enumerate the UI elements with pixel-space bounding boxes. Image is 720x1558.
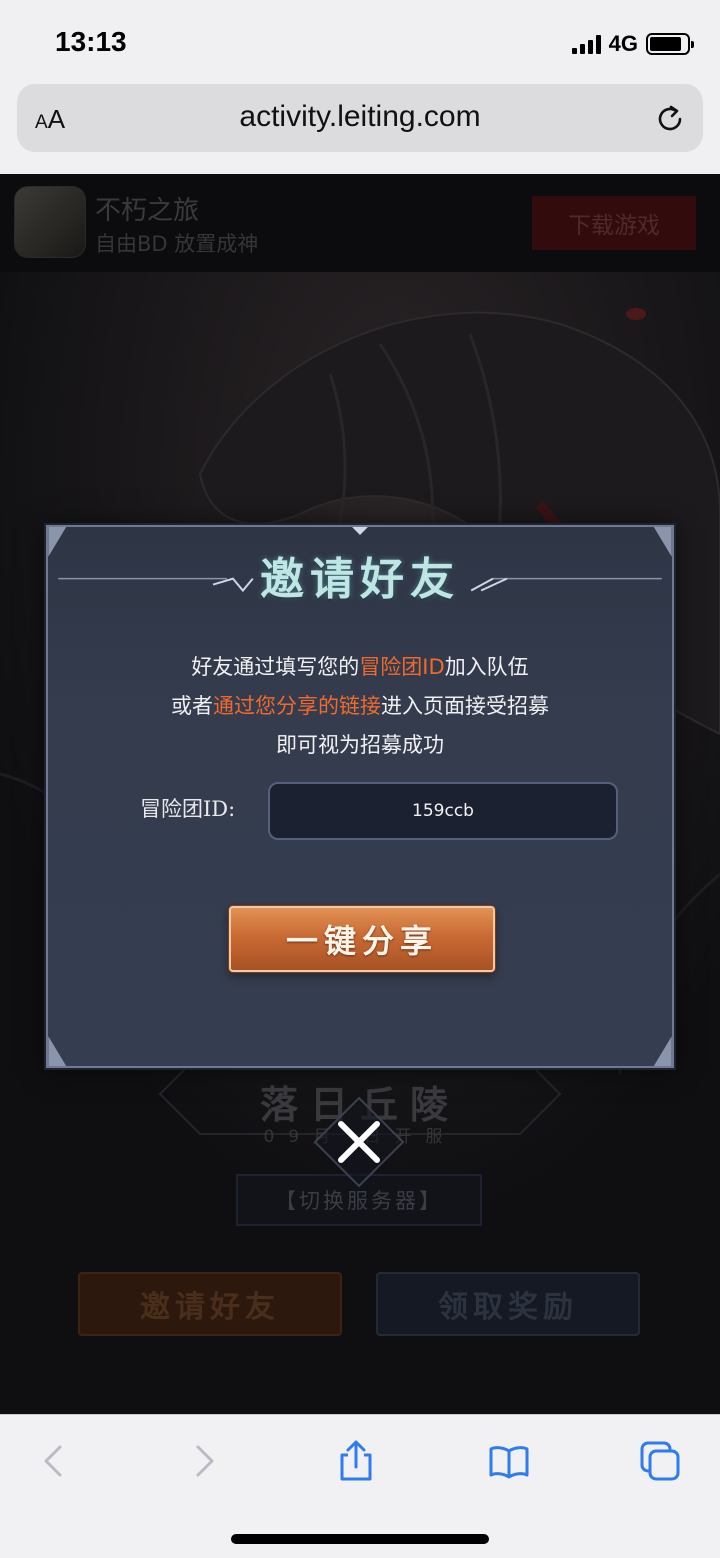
line1-text-end: 加入队伍 (444, 655, 529, 679)
reload-icon[interactable] (653, 102, 687, 136)
app-icon (14, 186, 86, 258)
line2-text: 或者 (171, 694, 213, 718)
invite-modal: 邀请好友 好友通过填写您的冒险团ID加入队伍 或者通过您分享的链接进入页面接受招… (46, 525, 674, 1068)
line2-highlight: 通过您分享的链接 (213, 694, 381, 718)
battery-level (650, 37, 681, 51)
signal-icon (571, 34, 601, 54)
claim-reward-button[interactable]: 领取奖励 (376, 1272, 640, 1336)
network-type: 4G (608, 31, 638, 56)
description-line-2: 或者通过您分享的链接进入页面接受招募 (48, 690, 672, 720)
description-line-3: 即可视为招募成功 (276, 733, 444, 757)
status-indicators: 4G (571, 30, 694, 58)
back-icon[interactable] (32, 1439, 76, 1483)
description-line-1: 好友通过填写您的冒险团ID加入队伍 (48, 651, 672, 681)
invite-friends-button[interactable]: 邀请好友 (78, 1272, 342, 1336)
app-slogan: 自由BD 放置成神 (95, 232, 259, 256)
adventure-group-id-label: 冒险团ID: (140, 797, 236, 821)
bookmarks-icon[interactable] (487, 1439, 531, 1483)
close-icon[interactable] (313, 1096, 405, 1188)
battery-icon (646, 33, 694, 55)
app-name: 不朽之旅 (95, 196, 200, 226)
line1-text: 好友通过填写您的 (191, 655, 360, 679)
app-download-banner: 不朽之旅 自由BD 放置成神 下载游戏 (0, 174, 720, 272)
one-click-share-button[interactable]: 一键分享 (229, 906, 495, 972)
tabs-icon[interactable] (638, 1439, 682, 1483)
download-game-button[interactable]: 下载游戏 (532, 196, 696, 250)
home-indicator[interactable] (231, 1534, 489, 1544)
line2-text-end: 进入页面接受招募 (381, 694, 549, 718)
address-bar[interactable]: AA activity.leiting.com (17, 84, 703, 152)
status-time: 13:13 (55, 26, 127, 57)
forward-icon[interactable] (182, 1439, 226, 1483)
line1-highlight: 冒险团ID (359, 655, 445, 679)
browser-address-area: AA activity.leiting.com (0, 84, 720, 174)
adventure-group-id-field[interactable]: 159ccb (268, 782, 618, 840)
share-icon[interactable] (334, 1439, 378, 1483)
modal-title: 邀请好友 (260, 554, 460, 605)
status-bar: 13:13 4G (0, 0, 720, 84)
url-text[interactable]: activity.leiting.com (17, 100, 703, 134)
